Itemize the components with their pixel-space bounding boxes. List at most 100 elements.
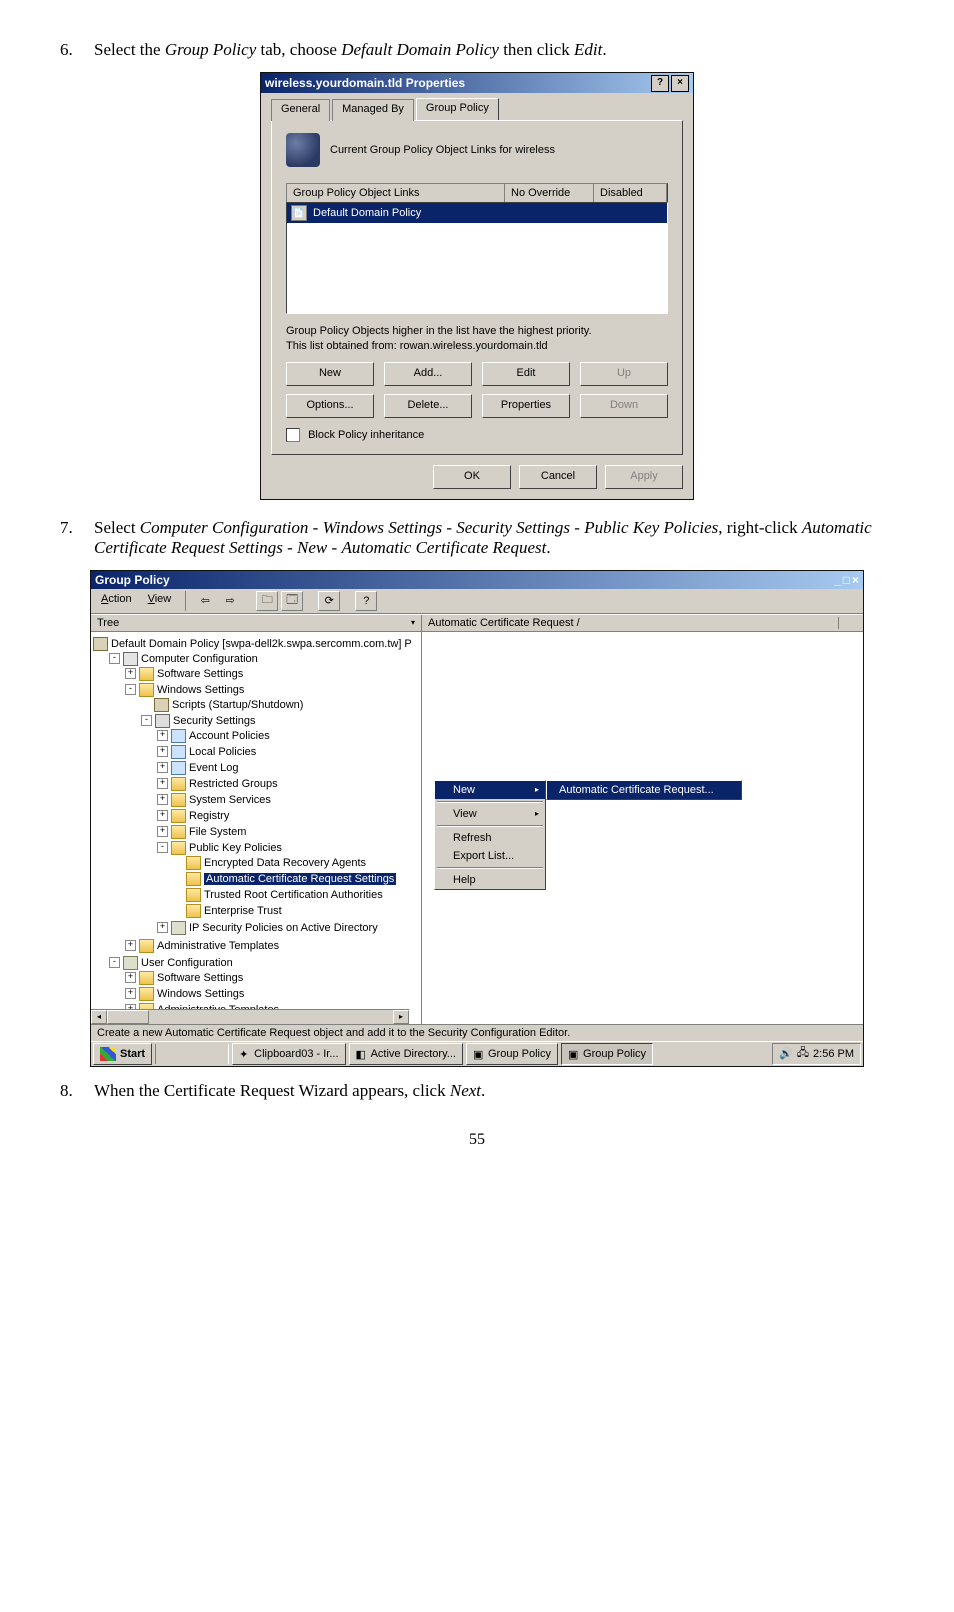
gpo-list[interactable]: 📄 Default Domain Policy: [286, 202, 668, 314]
mmc-title: Group Policy: [95, 573, 170, 587]
step-6: 6. Select the Group Policy tab, choose D…: [60, 40, 894, 60]
menu-action[interactable]: Action: [95, 591, 138, 611]
context-export[interactable]: Export List...: [435, 847, 545, 865]
taskbar-item-gp1[interactable]: ▣ Group Policy: [466, 1043, 558, 1065]
context-help[interactable]: Help: [435, 871, 545, 889]
detail-header[interactable]: Automatic Certificate Request /: [428, 617, 839, 629]
tree-security-settings[interactable]: -Security Settings +Account Policies +Lo…: [141, 713, 419, 937]
options-button[interactable]: Options...: [286, 394, 374, 418]
toolbar-help-icon[interactable]: ?: [355, 591, 377, 611]
step-7-number: 7.: [60, 518, 94, 558]
step-8-text: When the Certificate Request Wizard appe…: [94, 1081, 894, 1101]
properties-button[interactable]: Properties: [482, 394, 570, 418]
tree-registry[interactable]: +Registry: [157, 808, 419, 824]
taskbar-item-clipboard[interactable]: ✦ Clipboard03 - Ir...: [232, 1043, 345, 1065]
col-no-override[interactable]: No Override: [505, 184, 594, 202]
system-tray[interactable]: 🔊 🖧 2:56 PM: [772, 1043, 861, 1065]
taskbar-item-ad[interactable]: ◧ Active Directory...: [349, 1043, 463, 1065]
tree-header[interactable]: Tree▾: [91, 615, 421, 632]
block-inheritance-checkbox[interactable]: [286, 428, 300, 442]
tree-event-log[interactable]: +Event Log: [157, 760, 419, 776]
step-7-text: Select Computer Configuration - Windows …: [94, 518, 894, 558]
tab-managed-by[interactable]: Managed By: [332, 99, 414, 121]
toolbar-forward-icon[interactable]: ⇨: [219, 591, 241, 611]
delete-button[interactable]: Delete...: [384, 394, 472, 418]
toolbar-up-icon[interactable]: 🗀: [256, 591, 278, 611]
tree-ipsec[interactable]: +IP Security Policies on Active Director…: [157, 920, 419, 936]
quick-launch-icon[interactable]: [182, 1044, 202, 1064]
gpo-row-icon: 📄: [291, 205, 307, 221]
toolbar-show-icon[interactable]: 🗔: [281, 591, 303, 611]
tree-root[interactable]: Default Domain Policy [swpa-dell2k.swpa.…: [93, 636, 419, 1020]
tree-file-system[interactable]: +File System: [157, 824, 419, 840]
new-button[interactable]: New: [286, 362, 374, 386]
cancel-button[interactable]: Cancel: [519, 465, 597, 489]
tab-group-policy[interactable]: Group Policy: [416, 98, 499, 120]
tree-restricted-groups[interactable]: +Restricted Groups: [157, 776, 419, 792]
apply-button[interactable]: Apply: [605, 465, 683, 489]
menu-view[interactable]: View: [142, 591, 178, 611]
step-8-number: 8.: [60, 1081, 94, 1101]
tree-system-services[interactable]: +System Services: [157, 792, 419, 808]
tray-icon[interactable]: 🖧: [797, 1044, 809, 1063]
tree-windows-settings[interactable]: -Windows Settings Scripts (Startup/Shutd…: [125, 682, 419, 938]
tray-clock: 2:56 PM: [813, 1048, 854, 1060]
app-icon: ✦: [239, 1048, 251, 1060]
start-button[interactable]: Start: [93, 1043, 152, 1065]
tree-pane: Tree▾ Default Domain Policy [swpa-dell2k…: [91, 615, 422, 1024]
context-refresh[interactable]: Refresh: [435, 829, 545, 847]
tree-user-software-settings[interactable]: +Software Settings: [125, 970, 419, 986]
down-button[interactable]: Down: [580, 394, 668, 418]
col-disabled[interactable]: Disabled: [594, 184, 667, 202]
tree-edra[interactable]: Encrypted Data Recovery Agents: [173, 855, 419, 871]
step-8: 8. When the Certificate Request Wizard a…: [60, 1081, 894, 1101]
gpo-links-label: Current Group Policy Object Links for wi…: [330, 144, 555, 156]
tree-local-policies[interactable]: +Local Policies: [157, 744, 419, 760]
tree-computer-configuration[interactable]: -Computer Configuration +Software Settin…: [109, 651, 419, 955]
quick-launch: [155, 1044, 229, 1064]
properties-dialog: wireless.yourdomain.tld Properties ? × G…: [260, 72, 694, 500]
mmc-titlebar[interactable]: Group Policy _ □ ×: [91, 571, 863, 589]
tree-scripts[interactable]: Scripts (Startup/Shutdown): [141, 697, 419, 713]
step-7: 7. Select Computer Configuration - Windo…: [60, 518, 894, 558]
mmc-minimize-button[interactable]: _: [834, 573, 841, 587]
tab-general[interactable]: General: [271, 99, 330, 121]
tree-scrollbar[interactable]: ◂▸: [91, 1009, 409, 1024]
tree-account-policies[interactable]: +Account Policies: [157, 728, 419, 744]
tray-icon[interactable]: 🔊: [779, 1047, 793, 1060]
tree-user-windows-settings[interactable]: +Windows Settings: [125, 986, 419, 1002]
context-view[interactable]: View▸: [435, 805, 545, 823]
dialog-titlebar[interactable]: wireless.yourdomain.tld Properties ? ×: [261, 73, 693, 93]
context-new[interactable]: New▸: [435, 781, 545, 799]
tree-software-settings[interactable]: +Software Settings: [125, 666, 419, 682]
quick-launch-icon[interactable]: [204, 1044, 224, 1064]
edit-button[interactable]: Edit: [482, 362, 570, 386]
quick-launch-icon[interactable]: [160, 1044, 180, 1064]
step-6-text: Select the Group Policy tab, choose Defa…: [94, 40, 894, 60]
titlebar-help-button[interactable]: ?: [651, 75, 669, 92]
mmc-menubar: Action View ⇦ ⇨ 🗀 🗔 ⟳ ?: [91, 589, 863, 614]
taskbar-item-gp2[interactable]: ▣ Group Policy: [561, 1043, 653, 1065]
mmc-close-button[interactable]: ×: [852, 573, 859, 587]
context-submenu: Automatic Certificate Request...: [546, 780, 742, 800]
tree-enterprise-trust[interactable]: Enterprise Trust: [173, 903, 419, 919]
submenu-auto-cert-request[interactable]: Automatic Certificate Request...: [547, 781, 741, 799]
col-links[interactable]: Group Policy Object Links: [287, 184, 505, 202]
tree-trca[interactable]: Trusted Root Certification Authorities: [173, 887, 419, 903]
toolbar-back-icon[interactable]: ⇦: [194, 591, 216, 611]
ok-button[interactable]: OK: [433, 465, 511, 489]
step-6-number: 6.: [60, 40, 94, 60]
up-button[interactable]: Up: [580, 362, 668, 386]
toolbar-refresh-icon[interactable]: ⟳: [318, 591, 340, 611]
mmc-maximize-button[interactable]: □: [843, 573, 850, 587]
add-button[interactable]: Add...: [384, 362, 472, 386]
group-policy-mmc-window: Group Policy _ □ × Action View ⇦ ⇨ 🗀 🗔 ⟳…: [90, 570, 864, 1067]
titlebar-close-button[interactable]: ×: [671, 75, 689, 92]
tree-acrs[interactable]: Automatic Certificate Request Settings: [173, 871, 419, 887]
tree-public-key-policies[interactable]: -Public Key Policies Encrypted Data Reco…: [157, 840, 419, 920]
gpo-row-default-domain-policy[interactable]: 📄 Default Domain Policy: [287, 203, 667, 223]
tree-admin-templates[interactable]: +Administrative Templates: [125, 938, 419, 954]
gpo-list-header: Group Policy Object Links No Override Di…: [286, 183, 668, 202]
page-number: 55: [60, 1131, 894, 1149]
windows-flag-icon: [100, 1047, 116, 1061]
